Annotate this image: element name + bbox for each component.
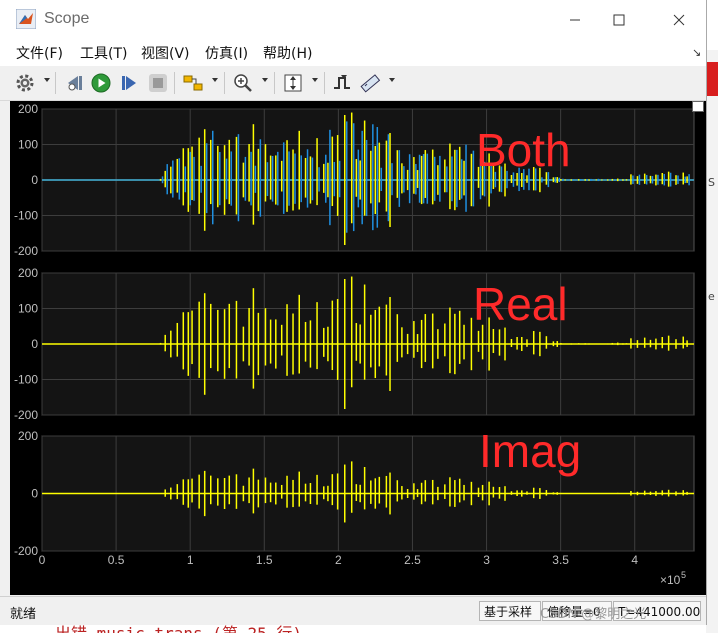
triggers-button[interactable]: [331, 71, 353, 95]
matlab-icon: [16, 9, 36, 29]
x-tick-label: 1.5: [256, 553, 273, 567]
y-tick-label: 0: [31, 173, 38, 187]
x-tick-label: 4: [631, 553, 638, 567]
y-tick-label: 0: [31, 337, 38, 351]
maximize-icon: [613, 14, 625, 26]
background-text: e: [708, 290, 715, 303]
menu-tools[interactable]: 工具(T): [80, 43, 127, 63]
background-window-strip: S e: [706, 50, 718, 633]
measurements-icon: [360, 74, 381, 93]
scale-axes-button[interactable]: [282, 71, 304, 95]
menu-view[interactable]: 视图(V): [141, 43, 190, 63]
title-bar[interactable]: Scope: [0, 0, 706, 38]
background-red-block: [706, 62, 718, 96]
x-tick-label: 1: [187, 553, 194, 567]
y-tick-label: 0: [31, 487, 38, 501]
annotation-imag: Imag: [479, 425, 581, 477]
highlight-dropdown-arrow[interactable]: [212, 78, 218, 82]
menu-simulation[interactable]: 仿真(I): [205, 43, 248, 63]
toolbar-separator: [274, 72, 275, 94]
step-forward-button[interactable]: [118, 71, 140, 95]
y-tick-label: 200: [18, 266, 38, 280]
y-tick-label: -200: [14, 408, 38, 422]
y-tick-label: -200: [14, 544, 38, 558]
stop-icon: [149, 74, 167, 92]
step-forward-icon: [122, 76, 136, 90]
sample-based-indicator: 基于采样: [479, 601, 541, 621]
close-icon: [673, 14, 685, 26]
x-tick-label: 2: [335, 553, 342, 567]
annotation-real: Real: [473, 278, 568, 330]
watermark-text: CSDN @黎明之光: [540, 607, 647, 622]
highlight-block-icon: [183, 75, 203, 91]
minimize-button[interactable]: [552, 6, 598, 34]
zoom-in-icon: [234, 74, 252, 92]
x-axis-multiplier-exponent: 5: [681, 570, 686, 580]
background-text: S: [708, 176, 715, 189]
settings-button[interactable]: [14, 71, 36, 95]
zoom-dropdown-arrow[interactable]: [262, 78, 268, 82]
zoom-button[interactable]: [232, 71, 254, 95]
run-button[interactable]: [90, 71, 112, 95]
x-tick-label: 3: [483, 553, 490, 567]
menu-help[interactable]: 帮助(H): [263, 43, 312, 63]
toolbar-separator: [55, 72, 56, 94]
toolbar-separator: [324, 72, 325, 94]
settings-dropdown-arrow[interactable]: [44, 78, 50, 82]
toolbar-separator: [174, 72, 175, 94]
y-tick-label: 100: [18, 138, 38, 152]
x-tick-label: 0.5: [108, 553, 125, 567]
x-axis-multiplier: ×10: [660, 573, 681, 587]
menu-bar: 文件(F) 工具(T) 视图(V) 仿真(I) 帮助(H) ↘: [0, 38, 706, 66]
y-tick-label: 200: [18, 429, 38, 443]
step-back-icon: [68, 76, 82, 91]
minimize-icon: [570, 19, 580, 21]
scope-plot-area[interactable]: 2001000-100-200Both2001000-100-200Real20…: [10, 101, 706, 595]
background-editor-strip: 出错 music_trans (第 25 行): [0, 625, 706, 633]
window-title: Scope: [44, 10, 90, 27]
scope-window: Scope 文件(F) 工具(T) 视图(V) 仿真(I) 帮助(H) ↘ 20…: [0, 0, 707, 625]
step-back-button[interactable]: [64, 71, 86, 95]
maximize-button[interactable]: [596, 6, 642, 34]
undock-icon[interactable]: [692, 101, 704, 112]
measurements-button[interactable]: [359, 71, 381, 95]
stop-button[interactable]: [147, 71, 169, 95]
background-error-text: 出错 music_trans (第 25 行): [55, 625, 302, 633]
toolbar: [0, 66, 706, 101]
y-tick-label: -200: [14, 244, 38, 258]
y-tick-label: 100: [18, 302, 38, 316]
annotation-both: Both: [476, 124, 571, 176]
scale-dropdown-arrow[interactable]: [312, 78, 318, 82]
status-text: 就绪: [10, 607, 37, 622]
x-tick-label: 0: [39, 553, 46, 567]
scale-axes-icon: [284, 74, 302, 92]
close-button[interactable]: [656, 6, 702, 34]
triggers-icon: [334, 75, 350, 89]
gear-icon: [16, 74, 34, 92]
menu-file[interactable]: 文件(F): [16, 43, 63, 63]
run-icon: [91, 73, 111, 93]
pin-icon[interactable]: ↘: [692, 46, 701, 59]
x-tick-label: 2.5: [404, 553, 421, 567]
y-tick-label: 200: [18, 102, 38, 116]
x-tick-label: 3.5: [552, 553, 569, 567]
toolbar-separator: [224, 72, 225, 94]
highlight-block-button[interactable]: [182, 71, 204, 95]
y-tick-label: -100: [14, 209, 38, 223]
y-tick-label: -100: [14, 373, 38, 387]
measurements-dropdown-arrow[interactable]: [389, 78, 395, 82]
